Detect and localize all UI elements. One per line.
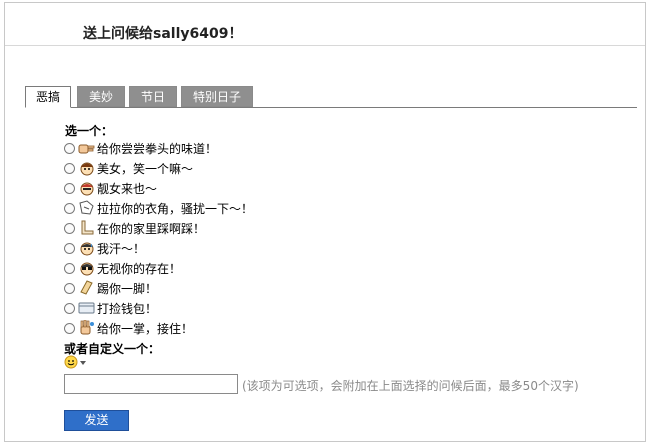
option-label: 无视你的存在！	[97, 261, 182, 276]
cool-face-icon	[78, 180, 95, 197]
option-row[interactable]: 给你一掌，接住！	[64, 318, 193, 338]
option-row[interactable]: 拉拉你的衣角，骚扰一下～！	[64, 198, 253, 218]
custom-greeting-input[interactable]	[64, 374, 238, 394]
header-divider	[5, 45, 645, 46]
girl-face-icon	[78, 160, 95, 177]
foot-icon	[78, 220, 95, 237]
send-button[interactable]: 发送	[64, 410, 129, 431]
option-row[interactable]: 打捡钱包！	[64, 298, 157, 318]
option-radio[interactable]	[64, 322, 75, 334]
option-radio[interactable]	[64, 302, 75, 314]
option-radio[interactable]	[64, 162, 75, 174]
sweat-face-icon	[78, 240, 95, 257]
tab-tebie-rizi[interactable]: 特别日子	[181, 86, 253, 107]
option-label: 在你的家里踩啊踩！	[97, 221, 206, 236]
kick-icon	[78, 280, 95, 297]
wallet-icon	[78, 300, 95, 317]
option-label: 踢你一脚！	[97, 281, 158, 296]
option-label: 我汗～！	[97, 241, 146, 256]
option-row[interactable]: 我汗～！	[64, 238, 145, 258]
option-row[interactable]: 美女，笑一个嘛～	[64, 158, 193, 178]
emoji-picker[interactable]	[64, 355, 92, 371]
custom-hint: (该项为可选项，会附加在上面选择的问候后面，最多50个汉字)	[242, 379, 579, 393]
option-label: 靓女来也～	[97, 181, 158, 196]
option-label: 给你一掌，接住！	[97, 321, 194, 336]
page-title: 送上问候给sally6409！	[83, 26, 243, 42]
option-label: 美女，笑一个嘛～	[97, 161, 194, 176]
tabs-baseline	[25, 107, 637, 108]
tug-icon	[78, 200, 95, 217]
option-label: 打捡钱包！	[97, 301, 158, 316]
option-label: 拉拉你的衣角，骚扰一下～！	[97, 201, 254, 216]
chevron-down-icon[interactable]	[80, 361, 86, 365]
tab-meimiao[interactable]: 美妙	[77, 86, 125, 107]
smiley-icon	[64, 355, 78, 372]
option-radio[interactable]	[64, 202, 75, 214]
option-radio[interactable]	[64, 182, 75, 194]
palm-icon	[78, 320, 95, 337]
option-row[interactable]: 给你尝尝拳头的味道！	[64, 138, 217, 158]
option-label: 给你尝尝拳头的味道！	[97, 141, 218, 156]
tab-jieri[interactable]: 节日	[129, 86, 177, 107]
option-radio[interactable]	[64, 242, 75, 254]
tab-egao[interactable]: 恶搞	[25, 86, 71, 108]
option-radio[interactable]	[64, 142, 75, 154]
option-row[interactable]: 无视你的存在！	[64, 258, 181, 278]
choose-label: 选一个：	[65, 124, 114, 138]
option-radio[interactable]	[64, 262, 75, 274]
sunglasses-face-icon	[78, 260, 95, 277]
option-radio[interactable]	[64, 282, 75, 294]
option-row[interactable]: 踢你一脚！	[64, 278, 157, 298]
option-row[interactable]: 靓女来也～	[64, 178, 157, 198]
fist-icon	[78, 140, 95, 157]
option-radio[interactable]	[64, 222, 75, 234]
option-row[interactable]: 在你的家里踩啊踩！	[64, 218, 205, 238]
